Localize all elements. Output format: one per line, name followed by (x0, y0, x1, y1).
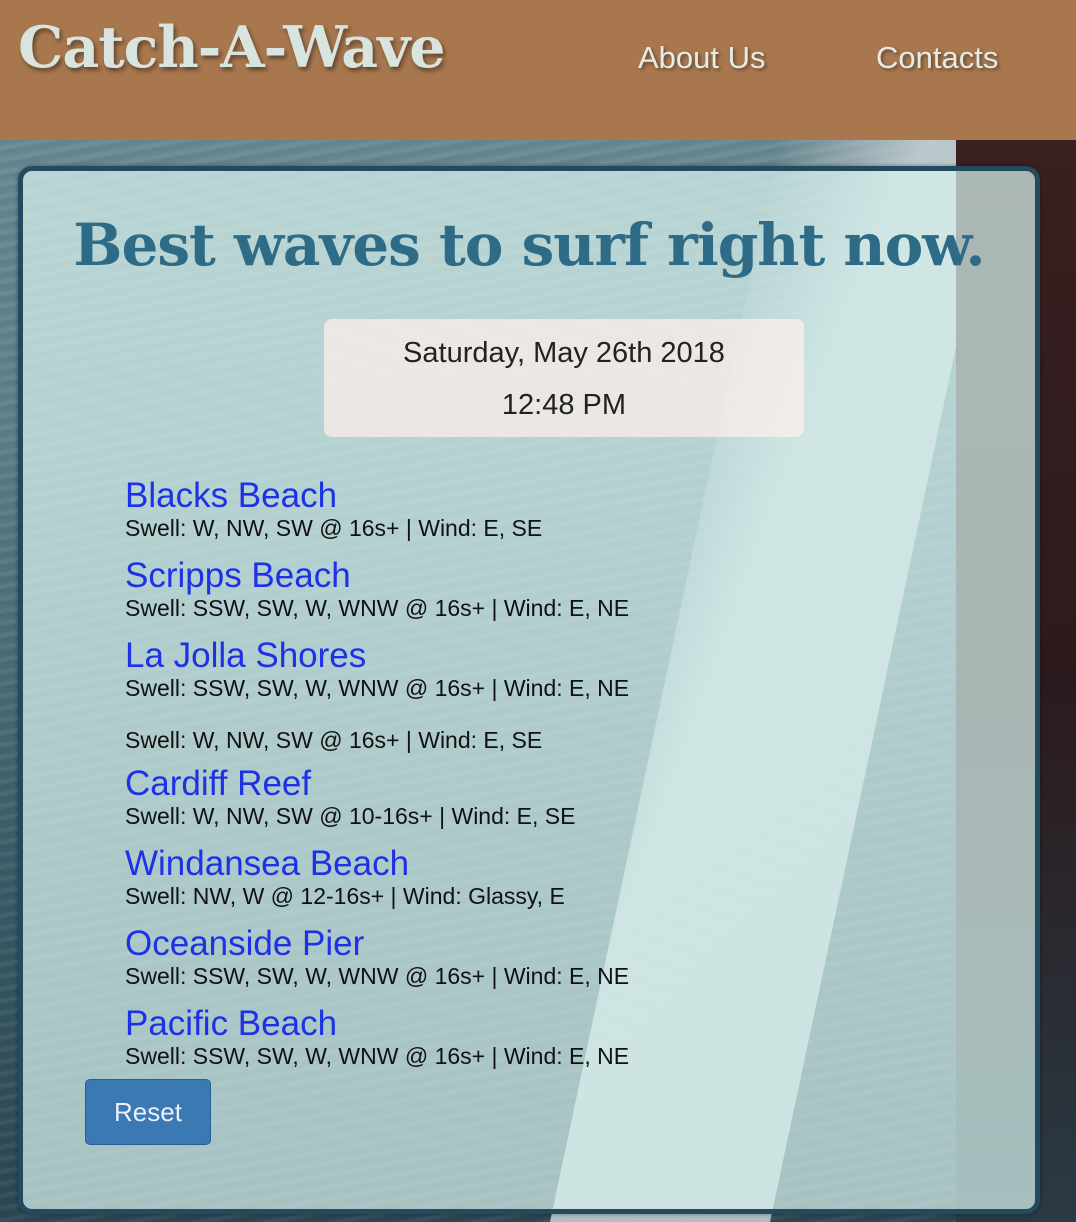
site-logo[interactable]: Catch-A-Wave (18, 14, 446, 81)
spot-conditions: Swell: SSW, SW, W, WNW @ 16s+ | Wind: E,… (125, 963, 630, 989)
current-date: Saturday, May 26th 2018 (403, 337, 725, 369)
surf-panel: Best waves to surf right now. Saturday, … (18, 166, 1040, 1214)
list-item: Blacks Beach Swell: W, NW, SW @ 16s+ | W… (125, 477, 925, 557)
site-header: Catch-A-Wave About Us Contacts (0, 0, 1076, 140)
current-time: 12:48 PM (501, 389, 627, 421)
spot-conditions: Swell: W, NW, SW @ 16s+ | Wind: E, SE (125, 515, 543, 541)
spot-link[interactable]: Windansea Beach (125, 845, 925, 883)
surf-spot-list: Blacks Beach Swell: W, NW, SW @ 16s+ | W… (125, 477, 925, 1070)
page-title: Best waves to surf right now. (73, 211, 985, 279)
list-item: Pacific Beach Swell: SSW, SW, W, WNW @ 1… (125, 1005, 925, 1070)
datetime-box: Saturday, May 26th 2018 12:48 PM (324, 319, 804, 437)
spot-conditions: Swell: W, NW, SW @ 10-16s+ | Wind: E, SE (125, 803, 576, 829)
list-item: Swell: W, NW, SW @ 16s+ | Wind: E, SE (125, 717, 925, 765)
spot-link[interactable]: Blacks Beach (125, 477, 925, 515)
nav-contacts[interactable]: Contacts (876, 40, 998, 76)
spot-conditions: Swell: W, NW, SW @ 16s+ | Wind: E, SE (125, 727, 543, 753)
reset-button[interactable]: Reset (85, 1079, 211, 1145)
list-item: Cardiff Reef Swell: W, NW, SW @ 10-16s+ … (125, 765, 925, 845)
spot-conditions: Swell: SSW, SW, W, WNW @ 16s+ | Wind: E,… (125, 1043, 630, 1069)
spot-link[interactable] (125, 717, 925, 727)
nav-about-us[interactable]: About Us (638, 40, 766, 76)
spot-conditions: Swell: NW, W @ 12-16s+ | Wind: Glassy, E (125, 883, 565, 909)
spot-conditions: Swell: SSW, SW, W, WNW @ 16s+ | Wind: E,… (125, 595, 630, 621)
list-item: La Jolla Shores Swell: SSW, SW, W, WNW @… (125, 637, 925, 717)
list-item: Windansea Beach Swell: NW, W @ 12-16s+ |… (125, 845, 925, 925)
list-item: Oceanside Pier Swell: SSW, SW, W, WNW @ … (125, 925, 925, 1005)
spot-link[interactable]: Scripps Beach (125, 557, 925, 595)
spot-conditions: Swell: SSW, SW, W, WNW @ 16s+ | Wind: E,… (125, 675, 630, 701)
spot-link[interactable]: Oceanside Pier (125, 925, 925, 963)
spot-link[interactable]: La Jolla Shores (125, 637, 925, 675)
spot-link[interactable]: Pacific Beach (125, 1005, 925, 1043)
spot-link[interactable]: Cardiff Reef (125, 765, 925, 803)
list-item: Scripps Beach Swell: SSW, SW, W, WNW @ 1… (125, 557, 925, 637)
